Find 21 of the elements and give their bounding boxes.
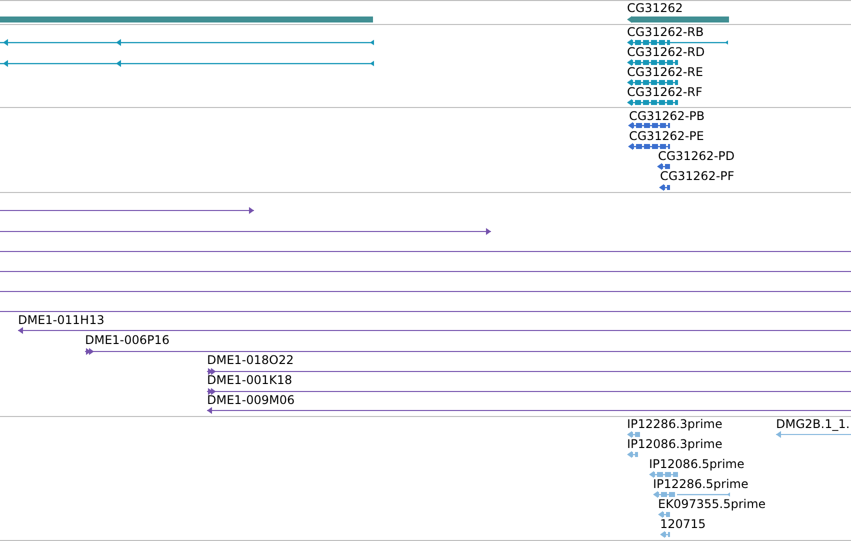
feature-label: IP12086.3prime <box>627 437 722 451</box>
feature-label: CG31262 <box>627 1 683 15</box>
feature-label: EK097355.5prime <box>658 497 766 511</box>
feature-label: IP12286.3prime <box>627 417 722 431</box>
feature-label: CG31262-RD <box>627 45 705 59</box>
feature-label: DMG2B.1_1. <box>776 417 850 431</box>
feature-label: CG31262-RF <box>627 85 702 99</box>
feature-label: DME1-006P16 <box>85 333 170 347</box>
feature-label: IP12086.5prime <box>649 457 744 471</box>
feature-label: CG31262-PD <box>658 149 735 163</box>
feature-label: IP12286.5prime <box>653 477 748 491</box>
feature-label: 120715 <box>660 517 706 531</box>
feature-label: CG31262-PE <box>629 129 704 143</box>
feature-label: CG31262-RE <box>627 65 704 79</box>
feature-label: CG31262-RB <box>627 25 704 39</box>
feature-label: DME1-001K18 <box>207 373 292 387</box>
feature-label: DME1-011H13 <box>18 313 104 327</box>
feature-label: CG31262-PB <box>629 109 705 123</box>
feature-label: DME1-018O22 <box>207 353 294 367</box>
feature-label: CG31262-PF <box>660 169 734 183</box>
feature-label: DME1-009M06 <box>207 393 295 407</box>
